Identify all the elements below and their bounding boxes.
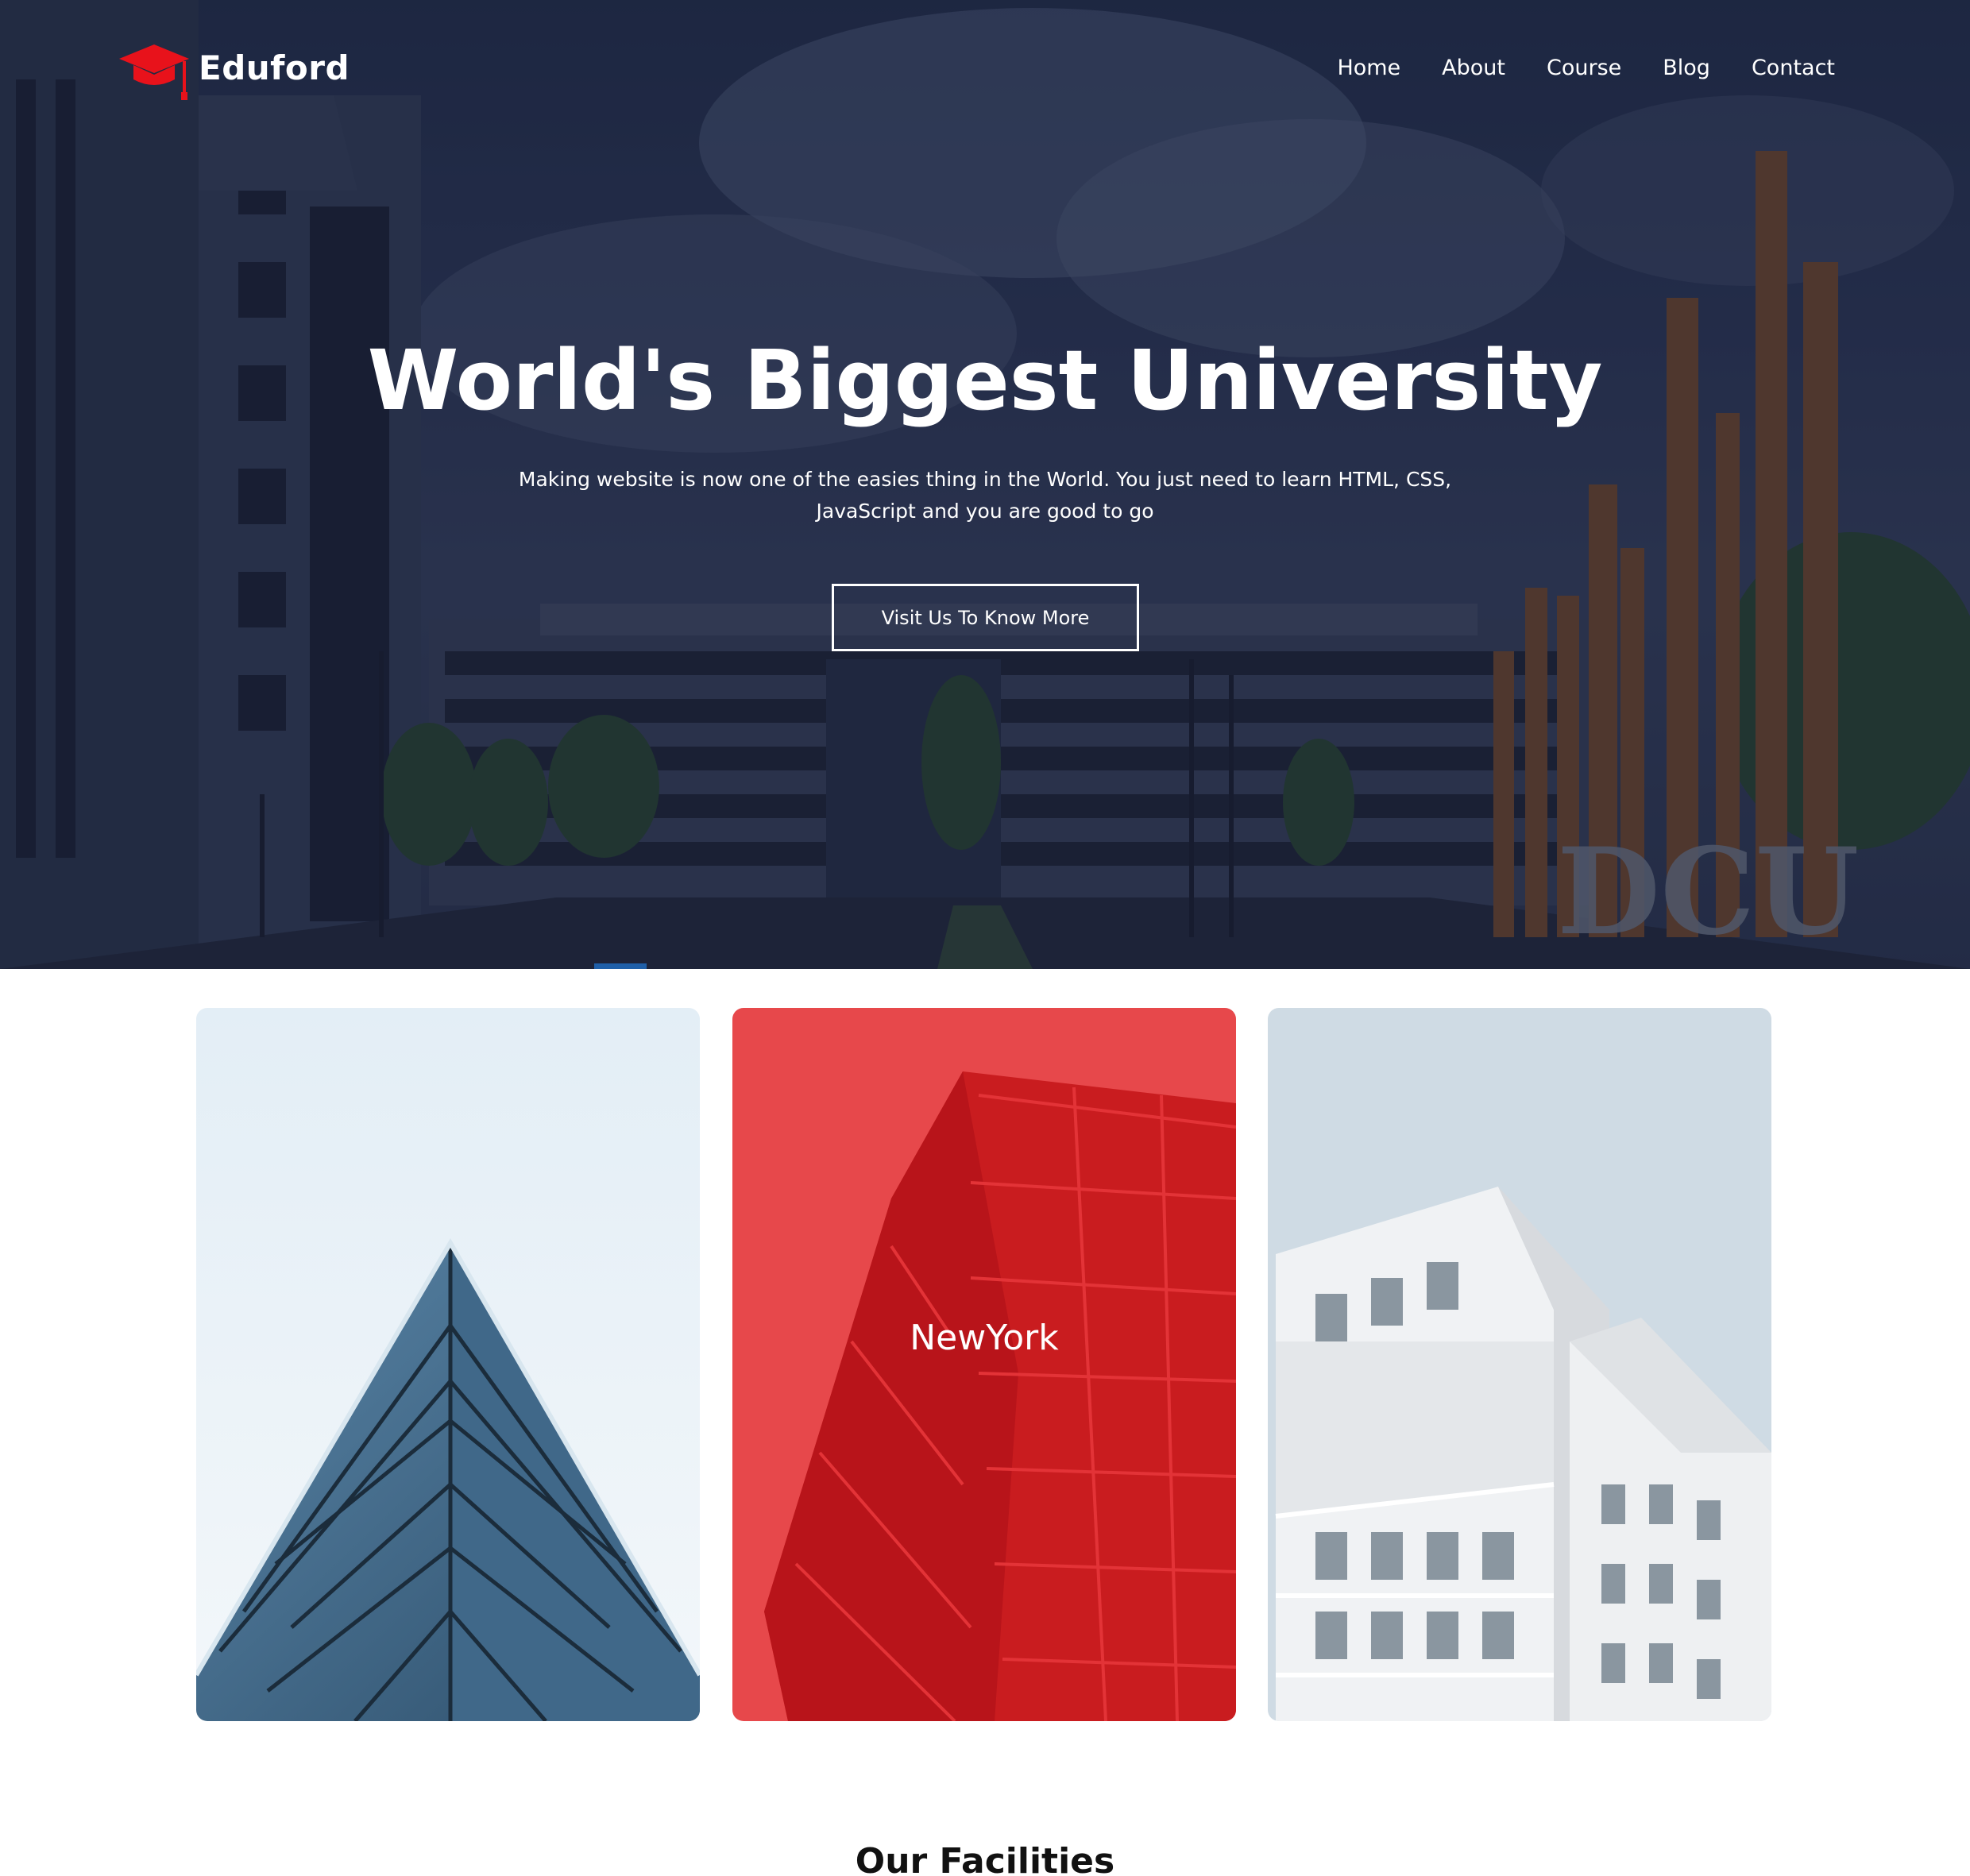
visit-us-button[interactable]: Visit Us To Know More	[832, 584, 1139, 651]
triangular-glass-building-image	[196, 1008, 700, 1721]
hero-title: World's Biggest University	[367, 332, 1603, 429]
nav-menu: Home About Course Blog Contact	[1296, 56, 1835, 80]
white-modern-building-image	[1268, 1008, 1771, 1721]
campus-card-2-label: NewYork	[910, 1318, 1059, 1358]
slide-indicator[interactable]	[594, 963, 647, 969]
nav-course-link[interactable]: Course	[1547, 56, 1621, 80]
hero-subtitle-line-2: JavaScript and you are good to go	[816, 500, 1154, 523]
graduation-cap-icon	[119, 44, 189, 100]
nav-home-link[interactable]: Home	[1337, 56, 1400, 80]
campus-card-3[interactable]	[1268, 1008, 1771, 1721]
red-tower-building-image	[732, 1008, 1236, 1721]
brand-name: Eduford	[199, 48, 350, 87]
nav-contact-link[interactable]: Contact	[1752, 56, 1835, 80]
brand-logo[interactable]: Eduford	[118, 40, 350, 102]
nav-about-link[interactable]: About	[1442, 56, 1505, 80]
hero-subtitle: Making website is now one of the easies …	[508, 464, 1462, 527]
hero-subtitle-line-1: Making website is now one of the easies …	[518, 468, 1452, 491]
campus-card-1[interactable]	[196, 1008, 700, 1721]
hero-section: DCU Eduford Home About Course Blog Conta…	[0, 0, 1970, 969]
nav-blog-link[interactable]: Blog	[1663, 56, 1710, 80]
campus-card-2[interactable]: NewYork	[732, 1008, 1236, 1721]
top-navigation: Eduford Home About Course Blog Contact	[0, 0, 1970, 119]
facilities-heading: Our Facilities	[855, 1841, 1115, 1876]
